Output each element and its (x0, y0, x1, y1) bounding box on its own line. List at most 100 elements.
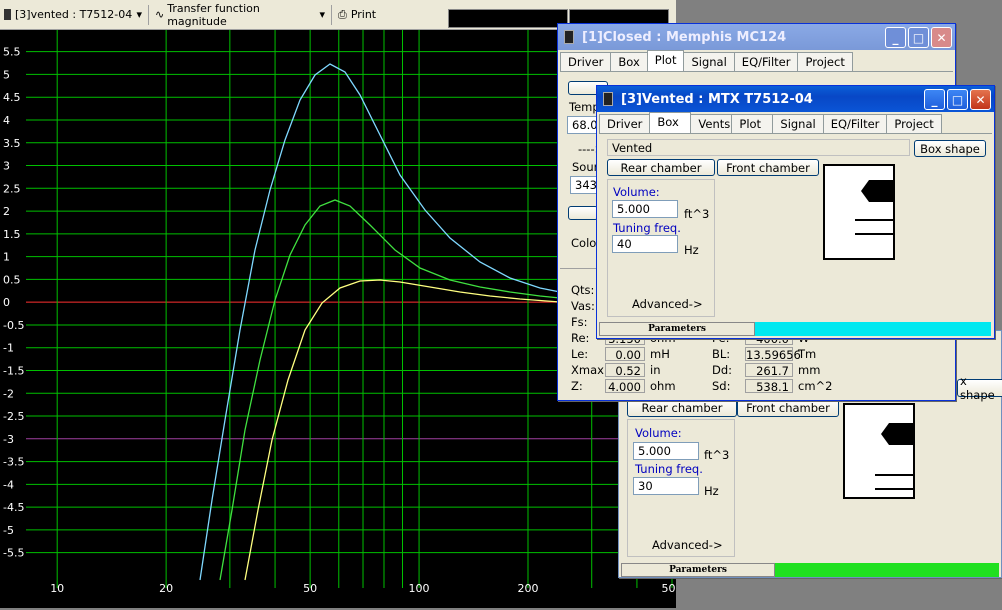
project-icon (4, 9, 11, 20)
y-tick-label: -4.5 (3, 501, 24, 514)
z-value: 4.000 (605, 379, 645, 394)
y-tick-label: -2 (3, 387, 14, 400)
box-type-select[interactable]: Vented (607, 139, 910, 156)
y-tick-label: -1 (3, 342, 14, 355)
z-label: Z: (571, 379, 583, 393)
tab-plot[interactable]: Plot (646, 50, 685, 71)
back-volume-unit: ft^3 (704, 448, 730, 462)
y-tick-label: -1.5 (3, 364, 24, 377)
advanced-link[interactable]: Advanced-> (632, 297, 703, 311)
window-icon (564, 30, 574, 44)
y-tick-label: -0.5 (3, 319, 24, 332)
tab-driver[interactable]: Driver (599, 114, 651, 133)
waveform-icon: ∿ (155, 8, 165, 21)
close-button[interactable]: ✕ (931, 27, 952, 48)
minimize-button[interactable]: _ (885, 27, 906, 48)
bl-label: BL: (712, 347, 731, 361)
back-tuning-unit: Hz (704, 484, 719, 498)
y-tick-label: 1.5 (3, 228, 21, 241)
tab-project[interactable]: Project (886, 114, 942, 133)
vas-label: Vas: (571, 299, 595, 313)
le-label: Le: (571, 347, 589, 361)
volume-field[interactable]: 5.000 (612, 200, 678, 218)
sd-label: Sd: (712, 379, 731, 393)
dd-value: 261.7 (745, 363, 793, 378)
x-tick-label: 200 (517, 582, 538, 595)
y-tick-label: 0 (3, 296, 10, 309)
printer-icon: ⎙ (338, 7, 347, 21)
box-shape-button[interactable]: Box shape (914, 140, 986, 157)
y-tick-label: -4 (3, 478, 14, 491)
back-volume-label: Volume: (635, 426, 682, 440)
tab-eq-filter[interactable]: EQ/Filter (822, 114, 888, 133)
minimize-button[interactable]: _ (924, 89, 945, 110)
back-advanced-link[interactable]: Advanced-> (652, 538, 723, 552)
chevron-down-icon: ▾ (136, 8, 142, 21)
y-tick-label: 3 (3, 160, 10, 173)
toolbar-divider (148, 4, 149, 25)
tab-eq-filter[interactable]: EQ/Filter (733, 52, 799, 71)
print-button[interactable]: ⎙ Print (334, 4, 380, 26)
back-front-chamber-button[interactable]: Front chamber (737, 399, 839, 417)
close-button[interactable]: ✕ (970, 89, 991, 110)
y-tick-label: -2.5 (3, 410, 24, 423)
tab-vents[interactable]: Vents (690, 114, 733, 133)
vented-window: [3]Vented : MTX T7512-04 _ □ ✕ Driver Bo… (596, 85, 995, 339)
x-tick-label: 100 (409, 582, 430, 595)
vented-title-bar[interactable]: [3]Vented : MTX T7512-04 _ □ ✕ (597, 86, 994, 112)
box-diagram (823, 164, 895, 260)
closed-mid-button[interactable] (568, 206, 598, 220)
z-unit: ohm (650, 379, 676, 393)
maximize-button[interactable]: □ (908, 27, 929, 48)
y-tick-label: -3.5 (3, 456, 24, 469)
back-rear-chamber-button[interactable]: Rear chamber (627, 399, 737, 417)
toolbar-divider (331, 4, 332, 25)
y-tick-label: -5 (3, 524, 14, 537)
vented-tabs: Driver Box Vents Plot Signal EQ/Filter P… (599, 112, 992, 134)
y-tick-label: -3 (3, 433, 14, 446)
y-tick-label: 0.5 (3, 273, 21, 286)
y-tick-label: 3.5 (3, 137, 21, 150)
front-chamber-button[interactable]: Front chamber (717, 159, 819, 176)
project-select[interactable]: [3]vented : T7512-04 ▾ (0, 4, 146, 26)
xmax-unit: in (650, 363, 661, 377)
y-tick-label: 2 (3, 205, 10, 218)
maximize-button[interactable]: □ (947, 89, 968, 110)
closed-title-bar[interactable]: [1]Closed : Memphis MC124 _ □ ✕ (558, 24, 955, 50)
tab-box[interactable]: Box (649, 112, 692, 133)
plot-type-select[interactable]: ∿ Transfer function magnitude ▾ (151, 2, 329, 28)
vented-title: [3]Vented : MTX T7512-04 (621, 91, 813, 107)
speaker-icon (855, 180, 893, 235)
tab-driver[interactable]: Driver (560, 52, 612, 71)
back-box-diagram (843, 403, 915, 499)
back-status-progress (775, 563, 999, 577)
y-tick-label: 5.5 (3, 46, 21, 59)
back-volume-field[interactable]: 5.000 (633, 442, 699, 460)
rear-chamber-button[interactable]: Rear chamber (607, 159, 715, 176)
tab-signal[interactable]: Signal (772, 114, 824, 133)
tab-box[interactable]: Box (610, 52, 648, 71)
xmax-value: 0.52 (605, 363, 645, 378)
back-box-shape-button[interactable]: x shape (957, 374, 1002, 402)
y-tick-label: 2.5 (3, 182, 21, 195)
tab-project[interactable]: Project (797, 52, 853, 71)
project-select-label: [3]vented : T7512-04 (15, 8, 133, 21)
bl-value: 13.59656 (745, 347, 801, 362)
sd-value: 538.1 (745, 379, 793, 394)
tab-plot[interactable]: Plot (731, 114, 774, 133)
volume-unit: ft^3 (684, 207, 710, 221)
le-unit: mH (650, 347, 670, 361)
qts-label: Qts: (571, 283, 595, 297)
tuning-unit: Hz (684, 243, 699, 257)
readout-box-1 (448, 9, 568, 28)
y-tick-label: 4 (3, 114, 10, 127)
le-value: 0.00 (605, 347, 645, 362)
back-tuning-field[interactable]: 30 (633, 477, 699, 495)
tuning-field[interactable]: 40 (612, 235, 678, 253)
bl-unit: Tm (798, 347, 817, 361)
tab-signal[interactable]: Signal (683, 52, 735, 71)
y-tick-label: 1 (3, 251, 10, 264)
xmax-label: Xmax: (571, 363, 608, 377)
status-progress (755, 322, 991, 336)
response-curve-1 (199, 63, 561, 581)
